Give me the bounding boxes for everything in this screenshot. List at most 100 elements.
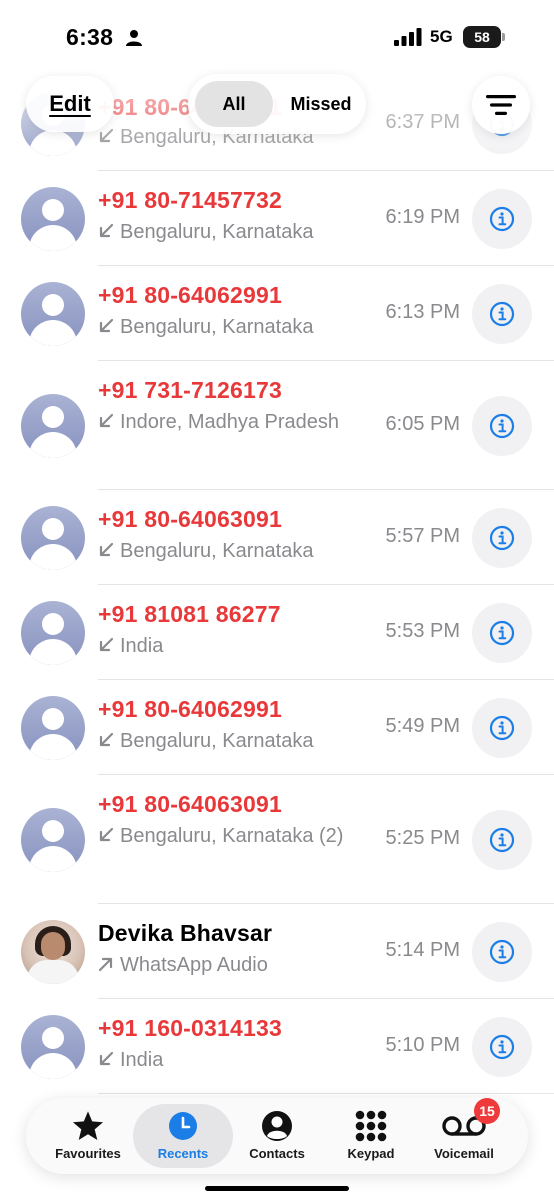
segment-missed[interactable]: Missed	[282, 81, 360, 127]
tab-recents[interactable]: Recents	[133, 1104, 233, 1168]
signal-icon	[394, 28, 422, 46]
status-bar: 6:38 5G 58	[0, 0, 554, 72]
avatar	[21, 393, 85, 458]
recents-filter-segmented-control: All Missed	[188, 74, 366, 134]
caller-name: +91 80-64063091	[98, 791, 282, 817]
avatar	[21, 505, 85, 570]
call-location-text: Indore, Madhya Pradesh	[120, 411, 340, 433]
info-button[interactable]	[472, 507, 532, 568]
call-row[interactable]: +91 731-7126173 Indore, Madhya Pradesh 6:0…	[0, 361, 554, 490]
avatar	[21, 281, 85, 346]
info-button[interactable]	[472, 602, 532, 663]
filter-button[interactable]	[472, 76, 530, 134]
call-location-text: Bengaluru, Karnataka	[120, 540, 314, 562]
call-time: 5:10 PM	[385, 1033, 460, 1056]
caller-name: +91 80-64063091	[98, 506, 282, 532]
home-indicator[interactable]	[205, 1186, 349, 1191]
info-button[interactable]	[472, 921, 532, 982]
tab-contacts-label: Contacts	[249, 1146, 305, 1161]
info-button[interactable]	[472, 809, 532, 870]
incoming-arrow-icon	[99, 542, 114, 557]
call-location-text: India	[120, 1049, 164, 1071]
info-button[interactable]	[472, 395, 532, 456]
call-row[interactable]: +91 80-64063091 Bengaluru, Karnataka (2) 5…	[0, 775, 554, 904]
outgoing-arrow-icon	[98, 957, 113, 972]
call-location-text: Bengaluru, Karnataka	[120, 316, 314, 338]
info-icon	[489, 715, 515, 740]
call-time: 6:13 PM	[385, 300, 460, 323]
call-row[interactable]: +91 80-71457732 Bengaluru, Karnataka 6:19 …	[0, 171, 554, 266]
call-time: 5:57 PM	[385, 524, 460, 547]
battery-icon: 58	[463, 26, 505, 48]
caller-name: +91 81081 86277	[98, 601, 281, 627]
clock-icon	[169, 1112, 197, 1140]
call-row[interactable]: +91 81081 86277 India 5:53 PM	[0, 585, 554, 680]
status-time: 6:38	[66, 24, 114, 50]
call-row[interactable]: +91 160-0314133 India 5:10 PM	[0, 999, 554, 1094]
avatar	[21, 1014, 85, 1079]
tab-keypad-label: Keypad	[347, 1146, 395, 1161]
call-location: India	[98, 629, 368, 663]
call-time: 5:14 PM	[385, 938, 460, 961]
incoming-arrow-icon	[99, 827, 114, 842]
info-icon	[489, 413, 515, 438]
incoming-arrow-icon	[99, 413, 114, 428]
tab-keypad[interactable]: Keypad	[321, 1104, 421, 1168]
tab-voicemail[interactable]: Voicemail 15	[414, 1098, 514, 1168]
call-location-text: Bengaluru, Karnataka	[120, 221, 314, 243]
tab-voicemail-label: Voicemail	[434, 1146, 494, 1161]
caller-name: Devika Bhavsar	[98, 920, 273, 946]
caller-name: +91 80-71457732	[98, 187, 282, 213]
call-location: Indore, Madhya Pradesh	[98, 405, 368, 439]
edit-button[interactable]: Edit	[26, 76, 114, 132]
voicemail-badge: 15	[474, 1098, 500, 1124]
incoming-arrow-icon	[99, 637, 114, 652]
call-time: 6:19 PM	[385, 205, 460, 228]
incoming-arrow-icon	[99, 223, 114, 238]
call-time: 6:05 PM	[385, 412, 460, 435]
incoming-arrow-icon	[99, 318, 114, 333]
caller-name: +91 80-64062991	[98, 696, 282, 722]
caller-name: +91 80-64062991	[98, 282, 282, 308]
info-icon	[489, 620, 515, 645]
info-icon	[489, 525, 515, 550]
info-button[interactable]	[472, 1016, 532, 1077]
call-location-text: India	[120, 635, 164, 657]
network-type: 5G	[430, 27, 453, 46]
tab-contacts[interactable]: Contacts	[227, 1104, 327, 1168]
call-location: Bengaluru, Karnataka	[98, 310, 368, 344]
call-row[interactable]: +91 80-64063091 Bengaluru, Karnataka 5:57 …	[0, 490, 554, 585]
avatar	[21, 600, 85, 665]
incoming-arrow-icon	[99, 1051, 114, 1066]
call-row[interactable]: Devika Bhavsar WhatsApp Audio 5:14 PM	[0, 904, 554, 999]
avatar	[21, 186, 85, 251]
call-location-text: Bengaluru, Karnataka (2)	[120, 825, 344, 847]
call-time: 5:49 PM	[385, 714, 460, 737]
call-location-text: WhatsApp Audio	[120, 954, 268, 976]
filter-lines-icon	[486, 95, 516, 115]
info-icon	[489, 827, 515, 852]
battery-level: 58	[463, 26, 501, 48]
info-button[interactable]	[472, 188, 532, 249]
info-icon	[489, 206, 515, 231]
segment-all[interactable]: All	[195, 81, 273, 127]
tab-bar: Favourites Recents Contacts Keypad Voice…	[26, 1098, 528, 1174]
info-button[interactable]	[472, 283, 532, 344]
call-time: 5:25 PM	[385, 826, 460, 849]
call-row[interactable]: +91 80-64062991 Bengaluru, Karnataka 5:49 …	[0, 680, 554, 775]
incoming-arrow-icon	[99, 732, 114, 747]
info-button[interactable]	[472, 697, 532, 758]
call-time: 6:37 PM	[385, 110, 460, 133]
call-location-text: Bengaluru, Karnataka	[120, 730, 314, 752]
avatar	[21, 695, 85, 760]
call-time: 5:53 PM	[385, 619, 460, 642]
edit-label: Edit	[49, 91, 91, 116]
call-location: India	[98, 1043, 368, 1077]
tab-favourites[interactable]: Favourites	[38, 1104, 138, 1168]
info-icon	[489, 1034, 515, 1059]
keypad-icon	[355, 1110, 387, 1142]
info-icon	[489, 301, 515, 326]
call-row[interactable]: +91 80-64062991 Bengaluru, Karnataka 6:13 …	[0, 266, 554, 361]
call-location: WhatsApp Audio	[98, 948, 368, 982]
contact-photo-avatar	[21, 919, 85, 984]
